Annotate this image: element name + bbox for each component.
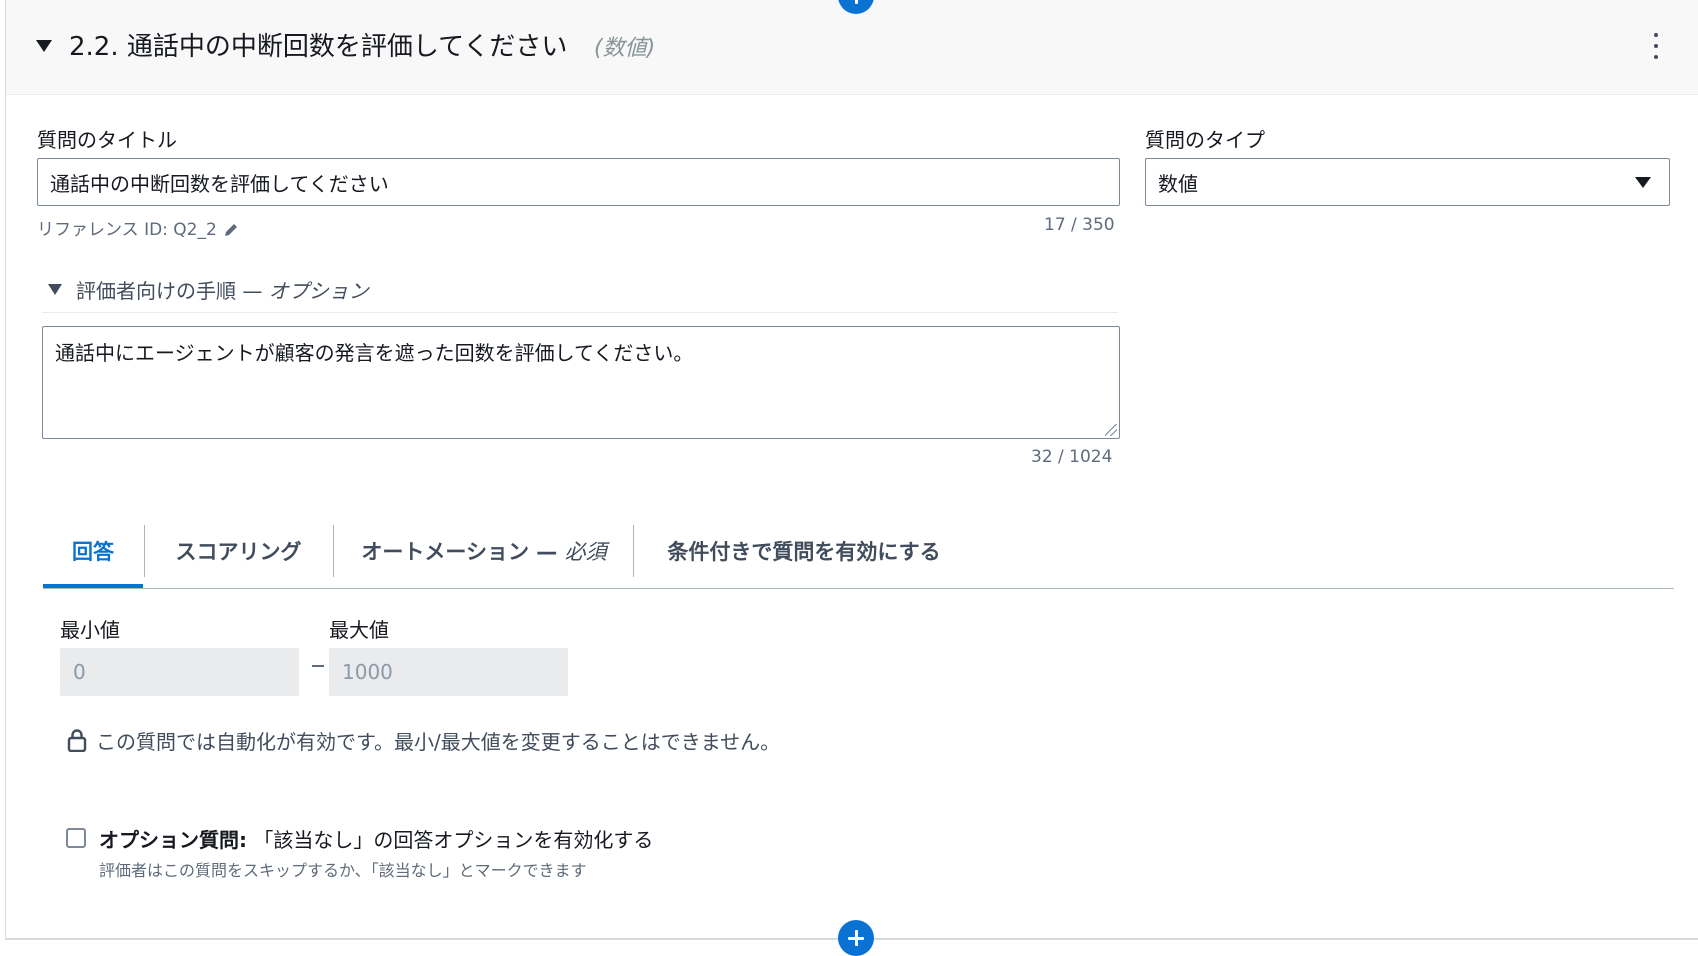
title-char-count: 17 / 350 [1044, 215, 1115, 235]
range-separator [312, 665, 324, 667]
divider [42, 312, 1118, 313]
automation-lock-message: この質問では自動化が有効です。最小/最大値を変更することはできません。 [96, 730, 781, 754]
question-heading: 2.2. 通話中の中断回数を評価してください [69, 32, 568, 62]
instructions-char-count: 32 / 1024 [1031, 447, 1113, 467]
instructions-toggle[interactable]: 評価者向けの手順 — オプション [76, 275, 369, 304]
question-header[interactable]: 2.2. 通話中の中断回数を評価してください (数値) [6, 0, 1698, 95]
reference-id: リファレンス ID: Q2_2 [37, 215, 239, 240]
instructions-value: 通話中にエージェントが顧客の発言を遮った回数を評価してください。 [55, 341, 694, 365]
more-actions-icon[interactable] [1646, 33, 1666, 59]
question-title-label: 質問のタイトル [37, 128, 177, 152]
question-tabs: 回答 スコアリング オートメーション — 必須 条件付きで質問を有効にする [43, 515, 1674, 589]
min-value-label: 最小値 [60, 618, 120, 642]
add-question-below-icon[interactable] [838, 920, 874, 956]
tab-conditional[interactable]: 条件付きで質問を有効にする [634, 515, 974, 587]
question-type-value: 数値 [1158, 171, 1198, 196]
instructions-textarea[interactable]: 通話中にエージェントが顧客の発言を遮った回数を評価してください。 [42, 326, 1120, 439]
optional-question-label[interactable]: オプション質問: 「該当なし」の回答オプションを有効化する [99, 824, 653, 853]
optional-question-checkbox[interactable] [66, 828, 86, 848]
tab-scoring[interactable]: スコアリング [145, 515, 332, 587]
max-value-input[interactable]: 1000 [329, 648, 568, 696]
max-value-label: 最大値 [329, 618, 389, 642]
resize-handle-icon[interactable] [1105, 424, 1117, 436]
optional-question-description: 評価者はこの質問をスキップするか、「該当なし」とマークできます [99, 861, 587, 880]
tab-answer[interactable]: 回答 [43, 515, 143, 588]
instructions-caret-icon[interactable] [48, 284, 62, 295]
question-type-select[interactable]: 数値 [1145, 158, 1670, 206]
lock-icon [67, 729, 87, 752]
chevron-down-icon [1635, 177, 1651, 188]
question-card: 2.2. 通話中の中断回数を評価してください (数値) 質問のタイトル 通話中の… [5, 0, 1698, 956]
collapse-caret-icon[interactable] [36, 40, 52, 52]
question-type-hint: (数値) [594, 36, 656, 61]
tab-automation[interactable]: オートメーション — 必須 [334, 515, 634, 587]
min-value-input[interactable]: 0 [60, 648, 299, 696]
question-title-input[interactable]: 通話中の中断回数を評価してください [37, 158, 1120, 206]
question-type-label: 質問のタイプ [1145, 128, 1265, 152]
edit-pencil-icon[interactable] [223, 222, 239, 238]
